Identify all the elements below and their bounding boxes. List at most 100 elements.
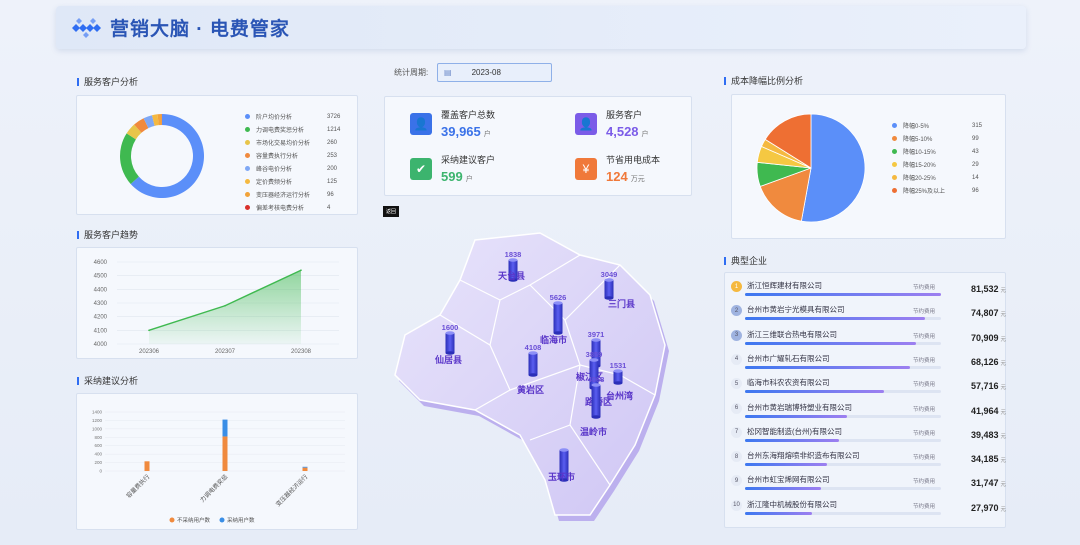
legend-label: 降幅15-20% (903, 163, 936, 169)
map-region-label[interactable]: 玉环市 (548, 471, 575, 482)
enterprise-row[interactable]: 10 浙江隆中机械股份有限公司 节约费用 27,970 元 (731, 498, 1006, 522)
legend-label: 峰谷电价分析 (256, 167, 293, 173)
map-region-label[interactable]: 黄岩区 (517, 384, 544, 395)
saving-unit: 元 (1000, 409, 1007, 416)
enterprise-row[interactable]: 3 浙江三维联合热电有限公司 节约费用 70,909 元 (731, 328, 1007, 352)
saving-unit: 元 (1000, 312, 1007, 319)
y-tick-label: 4400 (94, 287, 108, 293)
map-bar[interactable] (591, 385, 601, 417)
bar-not-adopted[interactable] (302, 467, 308, 471)
bar-legend-label[interactable]: 不采纳用户数 (177, 516, 211, 524)
trend-area-chart: 4600 4500 4400 4300 4200 4100 4000 202306 202307… (94, 260, 339, 355)
trend-point[interactable] (300, 269, 302, 271)
service-legend-item[interactable]: 变压器经济运行分析 96 (245, 188, 357, 201)
saving-tag: 节约费用 (913, 333, 936, 340)
service-legend-item[interactable]: 容量费执行分析 253 (245, 149, 357, 162)
legend-value: 260 (327, 139, 338, 146)
service-legend-item[interactable]: 偏差考核电费分析 4 (245, 201, 357, 214)
y-tick-label: 4300 (94, 301, 108, 307)
saving-bar (745, 365, 910, 369)
bar-not-adopted[interactable] (222, 436, 228, 471)
saving-tag: 节约费用 (913, 285, 936, 291)
enterprise-row[interactable]: 1 浙江恒辉建材有限公司 节约费用 81,532 元 (731, 279, 1006, 303)
enterprise-name: 浙江恒辉建材有限公司 (747, 281, 822, 290)
trend-point[interactable] (148, 329, 150, 332)
cost-legend-item[interactable]: 降幅10-15% 43 (892, 145, 1002, 158)
map-region-label[interactable]: 温岭市 (580, 426, 607, 437)
legend-value: 29 (972, 161, 979, 168)
period-select[interactable]: ▤ 2023-08 (437, 63, 552, 82)
trend-point[interactable] (224, 304, 226, 307)
enterprise-row[interactable]: 6 台州市黄岩瑞博特塑业有限公司 节约费用 41,964 元 (731, 401, 1007, 425)
cost-legend-item[interactable]: 降幅25%及以上 96 (892, 184, 1002, 197)
map-region-label[interactable]: 仙居县 (435, 354, 462, 365)
cost-legend-item[interactable]: 降幅20-25% 14 (892, 171, 1002, 184)
donut-slice[interactable] (120, 133, 139, 184)
map-bar[interactable] (445, 333, 455, 353)
service-legend-item[interactable]: 定价费频分析 125 (245, 175, 357, 188)
legend-swatch (245, 114, 250, 119)
enterprise-row[interactable]: 7 松冈智能制造(台州)有限公司 节约费用 39,483 元 (731, 425, 1006, 449)
kpi-card[interactable]: 👤 服务客户 4,528 户 (575, 108, 649, 139)
map-region-label[interactable]: 天台县 (498, 270, 525, 281)
enterprise-row[interactable]: 2 台州市黄岩宁光模具有限公司 节约费用 74,807 元 (731, 303, 1006, 327)
rank-badge: 6 (731, 402, 742, 414)
bar-adopted[interactable] (222, 419, 228, 437)
map-region-label[interactable]: 台州湾 (606, 390, 633, 401)
saving-value: 41,964 元 (971, 405, 1007, 416)
saving-bar (745, 463, 828, 467)
cost-legend-item[interactable]: 降幅15-20% 29 (892, 158, 1002, 171)
y-tick-label: 400 (94, 452, 102, 457)
enterprise-row[interactable]: 4 台州市广耀轧石有限公司 节约费用 68,126 元 (731, 352, 1006, 376)
service-legend-item[interactable]: 阶户均价分析 3726 (245, 110, 357, 123)
map-bar-base (528, 373, 538, 377)
enterprise-row[interactable]: 8 台州东海翔熔喷非织造布有限公司 节约费用 34,185 元 (731, 449, 1006, 473)
kpi-value: 4,528 户 (606, 124, 649, 139)
bar-adopted[interactable] (302, 466, 308, 468)
x-category-label: 力调电费奖惩 (198, 473, 229, 504)
map-bar[interactable] (604, 280, 614, 298)
map-value-label: 1838 (505, 250, 522, 259)
map-value-label: 3971 (588, 330, 605, 339)
legend-label: 市场化交易均价分析 (256, 141, 311, 147)
cost-legend-item[interactable]: 降幅5-10% 99 (892, 132, 1002, 145)
map-value-label: 1600 (442, 323, 459, 332)
legend-value: 96 (972, 187, 979, 194)
legend-label: 降幅25%及以上 (903, 189, 946, 195)
kpi-card[interactable]: ✔ 采纳建议客户 599 户 (410, 153, 495, 184)
legend-swatch (245, 205, 250, 210)
map-back-button[interactable]: 返回 (383, 206, 400, 217)
enterprise-row[interactable]: 5 临海市科农农资有限公司 节约费用 57,716 元 (731, 376, 1007, 400)
y-tick-label: 4000 (94, 342, 108, 348)
map-bar[interactable] (553, 303, 563, 333)
kpi-label: 采纳建议客户 (441, 155, 496, 165)
cost-legend: 降幅0-5% 315 降幅5-10% 99 降幅10-15% 43 降幅15-20% 29 降幅… (892, 119, 1002, 197)
saving-value: 57,716 元 (971, 381, 1007, 392)
trend-panel: 4600 4500 4400 4300 4200 4100 4000 202306 202307… (76, 247, 358, 359)
legend-swatch (892, 136, 897, 141)
enterprise-panel: 1 浙江恒辉建材有限公司 节约费用 81,532 元 2 台州市黄岩宁光模具有限公… (724, 272, 1006, 528)
legend-value: 14 (972, 174, 979, 181)
service-legend-item[interactable]: 峰谷电价分析 200 (245, 162, 357, 175)
service-legend-item[interactable]: 市场化交易均价分析 260 (245, 136, 357, 149)
kpi-card[interactable]: 👤 覆盖客户总数 39,965 户 (410, 108, 495, 139)
kpi-label: 节省用电成本 (606, 155, 661, 165)
enterprise-row[interactable]: 9 台州市虹宝烯网有限公司 节约费用 31,747 元 (731, 473, 1006, 497)
map-region-label[interactable]: 三门县 (608, 298, 635, 309)
map-bar[interactable] (528, 353, 538, 375)
period-value: 2023-08 (471, 68, 501, 77)
service-legend-item[interactable]: 力调电费奖惩分析 1214 (245, 123, 357, 136)
bar-legend-label[interactable]: 采纳用户数 (227, 516, 255, 524)
saving-value: 70,909 元 (971, 332, 1007, 343)
y-tick-label: 200 (94, 460, 102, 465)
x-category-label: 变压器经济运行 (274, 473, 309, 508)
cost-legend-item[interactable]: 降幅0-5% 315 (892, 119, 1002, 132)
enterprise-name: 松冈智能制造(台州)有限公司 (747, 426, 842, 436)
logo-icon (72, 17, 101, 38)
saving-bar-track (745, 293, 941, 296)
x-category-label: 容量费执行 (125, 473, 152, 500)
saving-bar-track (745, 487, 941, 491)
bar-not-adopted[interactable] (144, 461, 150, 471)
kpi-card[interactable]: ¥ 节省用电成本 124 万元 (575, 153, 660, 184)
map-region-label[interactable]: 临海市 (540, 334, 567, 345)
